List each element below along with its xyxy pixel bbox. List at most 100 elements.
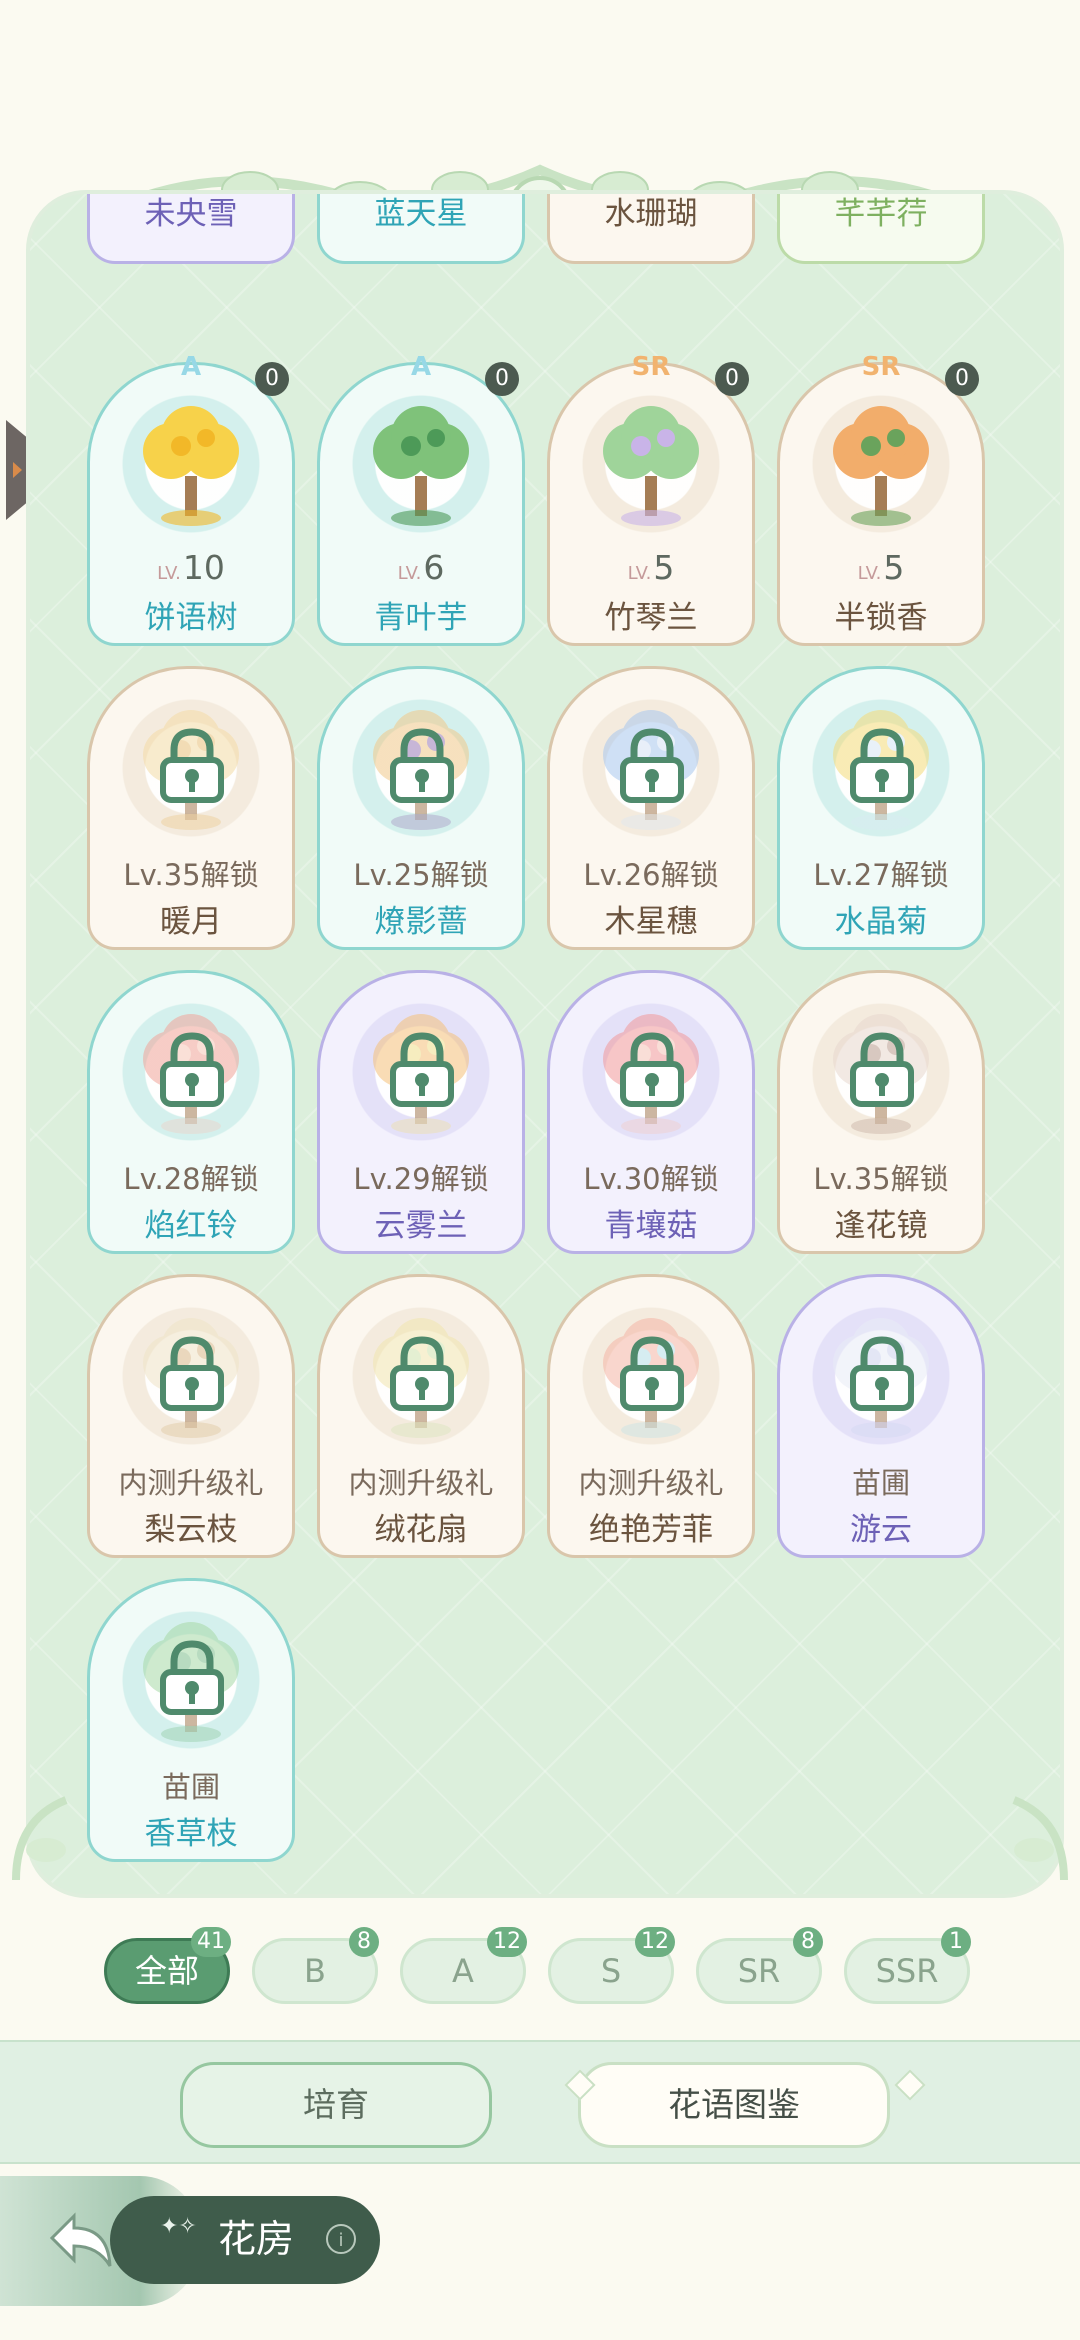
partial-card[interactable]: 芊芊荇 xyxy=(777,194,985,264)
filter-label: B xyxy=(304,1952,326,1990)
flower-name: 逢花镜 xyxy=(834,1208,928,1244)
unlock-condition: Lv.35解锁 xyxy=(123,858,259,892)
flower-name: 梨云枝 xyxy=(144,1512,238,1548)
owned-count-badge: 0 xyxy=(715,362,749,396)
filter-chip-ssr[interactable]: SSR 1 xyxy=(844,1927,971,2004)
lock-icon xyxy=(620,1032,684,1107)
level-prefix: LV. xyxy=(857,563,882,584)
flower-card[interactable]: 苗圃 香草枝 xyxy=(87,1578,295,1862)
filter-chip-sr[interactable]: SR 8 xyxy=(696,1927,823,2004)
filter-chip-全部[interactable]: 全部 41 xyxy=(104,1927,231,2004)
unlock-condition: Lv.29解锁 xyxy=(353,1162,489,1196)
owned-count-badge: 0 xyxy=(485,362,519,396)
unlock-condition: 内测升级礼 xyxy=(578,1466,724,1500)
level-label: LV.5 xyxy=(547,548,755,587)
lock-icon xyxy=(390,1336,454,1411)
unlock-condition: Lv.26解锁 xyxy=(583,858,719,892)
flower-card[interactable]: A 0 LV.10 饼语树 xyxy=(87,352,295,646)
sparkle-icon: ✦✧ xyxy=(160,2214,197,2239)
flower-name: 焰红铃 xyxy=(144,1208,238,1244)
level-prefix: LV. xyxy=(157,563,181,584)
unlock-condition: 内测升级礼 xyxy=(118,1466,264,1500)
filter-count-badge: 1 xyxy=(941,1927,971,1957)
unlock-condition: 苗圃 xyxy=(851,1466,910,1500)
flower-card-grid: A 0 LV.10 饼语树 A 0 LV.6 青叶芋 SR 0 LV.5 竹琴兰 SR 0 LV.5 半锁香 L… xyxy=(87,352,1007,1862)
unlock-condition: Lv.35解锁 xyxy=(813,1162,949,1196)
unlock-condition: Lv.30解锁 xyxy=(583,1162,719,1196)
flower-name: 半锁香 xyxy=(834,600,928,636)
flower-card[interactable]: 内测升级礼 绝艳芳菲 xyxy=(547,1274,755,1558)
corner-ornament-right xyxy=(1012,1796,1068,1881)
filter-count-badge: 12 xyxy=(487,1927,527,1957)
tab-cultivate[interactable]: 培育 xyxy=(180,2062,492,2148)
flower-name: 绒花扇 xyxy=(374,1512,468,1548)
flower-name: 木星穗 xyxy=(604,904,698,940)
flower-name: 香草枝 xyxy=(144,1816,238,1852)
level-prefix: LV. xyxy=(397,563,422,584)
flower-name: 云雾兰 xyxy=(374,1208,468,1244)
filter-count-badge: 8 xyxy=(793,1927,823,1957)
back-arrow-icon[interactable] xyxy=(46,2206,118,2274)
flower-name: 水晶菊 xyxy=(834,904,928,940)
flower-house-nav: ✦✧ 花房 i xyxy=(0,2176,390,2306)
lock-icon xyxy=(620,728,684,803)
lock-icon xyxy=(850,1032,914,1107)
level-value: 6 xyxy=(423,548,445,587)
level-value: 5 xyxy=(883,548,905,587)
flower-card[interactable]: Lv.26解锁 木星穗 xyxy=(547,666,755,950)
orange-roses-icon xyxy=(833,406,929,526)
filter-label: 全部 xyxy=(134,1952,199,1990)
flower-card[interactable]: 内测升级礼 梨云枝 xyxy=(87,1274,295,1558)
level-value: 5 xyxy=(653,548,675,587)
filter-chip-b[interactable]: B8 xyxy=(252,1927,379,2004)
flower-card[interactable]: Lv.35解锁 逢花镜 xyxy=(777,970,985,1254)
flower-name: 青叶芋 xyxy=(374,600,468,636)
flower-name: 芊芊荇 xyxy=(834,196,928,232)
flower-card[interactable]: Lv.35解锁 暖月 xyxy=(87,666,295,950)
flower-name: 饼语树 xyxy=(144,600,238,636)
filter-count-badge: 8 xyxy=(349,1927,379,1957)
flower-card[interactable]: Lv.30解锁 青壤菇 xyxy=(547,970,755,1254)
level-label: LV.10 xyxy=(87,548,295,587)
info-icon[interactable]: i xyxy=(326,2224,356,2254)
filter-label: S xyxy=(600,1952,622,1990)
lock-icon xyxy=(160,1640,224,1715)
filter-label: A xyxy=(452,1952,474,1990)
flower-name: 绝艳芳菲 xyxy=(589,1512,713,1548)
lock-icon xyxy=(160,1336,224,1411)
level-value: 10 xyxy=(182,548,225,587)
flower-card[interactable]: 苗圃 游云 xyxy=(777,1274,985,1558)
partial-card[interactable]: 蓝天星 xyxy=(317,194,525,264)
unlock-condition: 苗圃 xyxy=(161,1770,220,1804)
tab-flower-catalog[interactable]: 花语图鉴 xyxy=(578,2062,890,2148)
flower-card[interactable]: Lv.28解锁 焰红铃 xyxy=(87,970,295,1254)
partial-card[interactable]: 未央雪 xyxy=(87,194,295,264)
flower-card[interactable]: Lv.29解锁 云雾兰 xyxy=(317,970,525,1254)
flower-card[interactable]: 内测升级礼 绒花扇 xyxy=(317,1274,525,1558)
flower-name: 游云 xyxy=(850,1512,912,1548)
level-prefix: LV. xyxy=(627,563,652,584)
filter-label: SR xyxy=(737,1952,781,1990)
tab-ornament-right xyxy=(894,2069,926,2101)
flower-card[interactable]: SR 0 LV.5 竹琴兰 xyxy=(547,352,755,646)
unlock-condition: Lv.27解锁 xyxy=(813,858,949,892)
level-label: LV.6 xyxy=(317,548,525,587)
flower-card[interactable]: Lv.25解锁 燎影蔷 xyxy=(317,666,525,950)
flower-card[interactable]: SR 0 LV.5 半锁香 xyxy=(777,352,985,646)
flower-card[interactable]: A 0 LV.6 青叶芋 xyxy=(317,352,525,646)
corner-ornament-left xyxy=(12,1796,68,1881)
flower-name: 燎影蔷 xyxy=(374,904,468,940)
lock-icon xyxy=(160,728,224,803)
lock-icon xyxy=(850,1336,914,1411)
lock-icon xyxy=(160,1032,224,1107)
flower-name: 水珊瑚 xyxy=(604,196,698,232)
filter-chip-a[interactable]: A 12 xyxy=(400,1927,527,2004)
flower-name: 未央雪 xyxy=(144,196,238,232)
lock-icon xyxy=(390,1032,454,1107)
filter-chip-s[interactable]: S 12 xyxy=(548,1927,675,2004)
level-label: LV.5 xyxy=(777,548,985,587)
owned-count-badge: 0 xyxy=(945,362,979,396)
partial-card[interactable]: 水珊瑚 xyxy=(547,194,755,264)
lock-icon xyxy=(620,1336,684,1411)
flower-card[interactable]: Lv.27解锁 水晶菊 xyxy=(777,666,985,950)
